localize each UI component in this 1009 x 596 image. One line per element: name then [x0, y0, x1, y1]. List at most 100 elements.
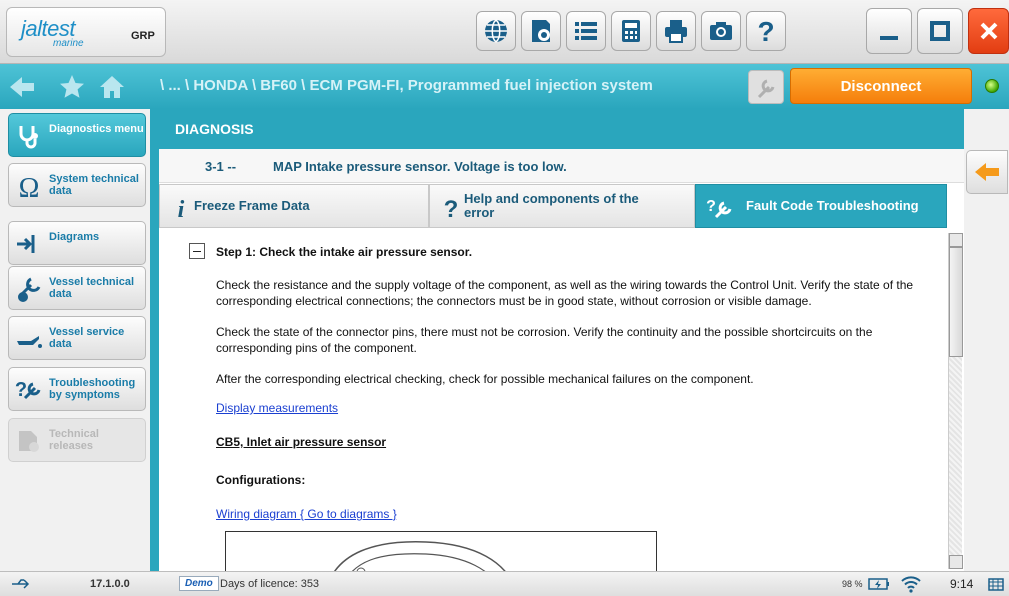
battery-icon	[868, 578, 889, 590]
list-icon	[575, 22, 597, 40]
troubleshooting-content: Step 1: Check the intake air pressure se…	[169, 229, 947, 571]
tab-label: Help and components of the error	[464, 191, 639, 220]
grp-selector[interactable]: GRP	[131, 30, 155, 42]
svg-text:i: i	[178, 197, 185, 219]
sidebar-item-vessel-service-data[interactable]: Vessel service data	[8, 316, 146, 360]
svg-text:?: ?	[706, 198, 716, 215]
battery-percent: 98 %	[842, 579, 863, 589]
fault-code: 3-1 --	[205, 159, 237, 174]
display-measurements-link[interactable]: Display measurements	[216, 401, 338, 415]
back-button[interactable]	[966, 150, 1008, 194]
logo-grp-box[interactable]: jaltest marine GRP	[6, 7, 166, 57]
step-paragraph: Check the state of the connector pins, t…	[216, 325, 873, 355]
orange-back-arrow-icon	[975, 163, 999, 181]
print-icon	[665, 20, 687, 43]
sidebar-item-system-technical-data[interactable]: Ω System technical data	[8, 163, 146, 207]
sidebar-item-label: Vessel service data	[49, 326, 125, 350]
main-panel: DIAGNOSIS 3-1 -- MAP Intake pressure sen…	[159, 109, 964, 571]
fault-description: MAP Intake pressure sensor. Voltage is t…	[273, 159, 567, 174]
favorite-star-icon[interactable]	[58, 73, 86, 101]
step-title: Step 1: Check the intake air pressure se…	[216, 245, 473, 259]
print-button[interactable]	[656, 11, 696, 51]
help-icon: ?	[757, 17, 774, 45]
licence-days: Days of licence: 353	[220, 578, 320, 590]
configurations-label: Configurations:	[216, 473, 306, 487]
sidebar-item-label: System technical data	[49, 173, 139, 197]
troubleshooting-icon: ?	[15, 379, 41, 401]
sidebar-divider	[150, 109, 159, 571]
camera-button[interactable]	[701, 11, 741, 51]
wiring-diagram-link[interactable]: Wiring diagram { Go to diagrams }	[216, 507, 397, 521]
disconnect-button[interactable]: Disconnect	[790, 68, 972, 104]
sidebar-item-diagrams[interactable]: Diagrams	[8, 221, 146, 265]
minimize-button[interactable]	[866, 8, 912, 54]
stethoscope-icon	[19, 126, 38, 149]
step-paragraph: Check the resistance and the supply volt…	[216, 278, 914, 308]
info-icon: i	[178, 197, 185, 219]
app-logo-sub: marine	[53, 38, 84, 49]
settings-icon	[532, 20, 550, 42]
camera-icon	[710, 22, 732, 40]
diagnosis-header: DIAGNOSIS	[159, 109, 964, 149]
demo-badge: Demo	[179, 576, 219, 591]
globe-button[interactable]	[476, 11, 516, 51]
sidebar-item-label: Diagnostics menu	[49, 123, 144, 135]
sidebar-item-troubleshooting-by-symptoms[interactable]: ? Troubleshooting by symptoms	[8, 367, 146, 411]
component-label: CB5, Inlet air pressure sensor	[216, 435, 387, 449]
maximize-button[interactable]	[917, 8, 963, 54]
release-icon	[19, 431, 39, 452]
question-icon: ?	[444, 196, 459, 219]
maximize-icon	[930, 21, 950, 41]
connection-status-led	[985, 79, 999, 93]
help-button[interactable]: ?	[746, 11, 786, 51]
back-arrow-icon[interactable]	[8, 73, 36, 101]
svg-text:Ω: Ω	[19, 173, 40, 200]
calculator-button[interactable]	[611, 11, 651, 51]
close-button[interactable]	[968, 8, 1009, 54]
disabled-tool-button	[748, 70, 784, 104]
collapse-toggle[interactable]	[189, 243, 205, 259]
oil-can-icon	[17, 336, 42, 348]
calendar-icon[interactable]	[988, 577, 1004, 591]
sidebar-item-technical-releases: Technical releases	[8, 418, 146, 462]
page-title: DIAGNOSIS	[175, 121, 254, 137]
sidebar-item-diagnostics-menu[interactable]: Diagnostics menu	[8, 113, 146, 157]
top-toolbar: jaltest marine GRP ?	[0, 0, 1009, 64]
troubleshooting-icon: ?	[706, 198, 732, 219]
scroll-thumb[interactable]	[949, 247, 963, 357]
tab-help-components-error[interactable]: ? Help and components of the error	[429, 184, 695, 228]
sidebar-item-vessel-technical-data[interactable]: Vessel technical data	[8, 266, 146, 310]
ohm-icon: Ω	[19, 173, 40, 200]
diagram-icon	[17, 235, 35, 253]
globe-icon	[485, 19, 507, 43]
sidebar-item-label: Troubleshooting by symptoms	[49, 377, 136, 401]
tab-freeze-frame-data[interactable]: i Freeze Frame Data	[159, 184, 429, 228]
svg-text:?: ?	[757, 17, 774, 45]
sidebar-item-label: Diagrams	[49, 231, 100, 243]
settings-button[interactable]	[521, 11, 561, 51]
content-scrollbar[interactable]	[948, 233, 963, 569]
usb-icon	[12, 579, 30, 589]
scroll-up-button[interactable]	[949, 233, 963, 247]
tab-fault-code-troubleshooting[interactable]: ? Fault Code Troubleshooting	[695, 184, 947, 228]
wiring-diagram-preview[interactable]	[225, 531, 657, 571]
calculator-icon	[622, 20, 640, 42]
home-icon[interactable]	[98, 73, 126, 101]
tab-label: Fault Code Troubleshooting	[746, 198, 919, 213]
list-button[interactable]	[566, 11, 606, 51]
close-icon	[980, 22, 997, 40]
svg-text:?: ?	[444, 196, 459, 219]
clock: 9:14	[950, 577, 974, 591]
wifi-icon	[901, 576, 921, 593]
breadcrumb: \ ... \ HONDA \ BF60 \ ECM PGM-FI, Progr…	[160, 77, 653, 94]
version-label: 17.1.0.0	[90, 578, 130, 590]
scroll-down-button[interactable]	[949, 555, 963, 569]
tab-label: Freeze Frame Data	[194, 198, 310, 213]
status-bar: 17.1.0.0 Demo Days of licence: 353 98 % …	[0, 571, 1009, 596]
connector-drawing	[334, 541, 506, 571]
minimize-icon	[880, 36, 898, 40]
sidebar-item-label: Vessel technical data	[49, 276, 134, 300]
sidebar: Diagnostics menu Ω System technical data…	[0, 109, 152, 571]
wrench-globe-icon	[17, 277, 41, 302]
tool-icon	[757, 79, 775, 99]
